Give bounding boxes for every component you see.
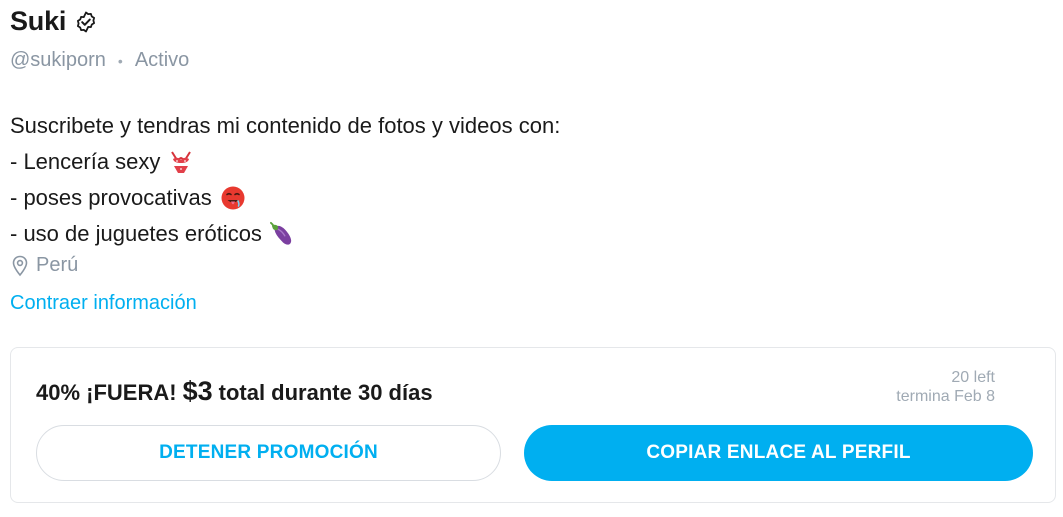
profile-page: Suki @sukiporn • Activo Suscribete y ten… (0, 0, 1063, 517)
location-row: Perú (12, 254, 78, 277)
bikini-emoji-icon (168, 149, 194, 175)
handle-row: @sukiporn • Activo (10, 49, 189, 72)
promotion-end-date: termina Feb 8 (896, 388, 995, 405)
stop-promotion-button[interactable]: DETENER PROMOCIÓN (36, 425, 501, 481)
drooling-face-emoji-icon (220, 185, 246, 211)
profile-name: Suki (10, 6, 67, 36)
copy-profile-link-button[interactable]: COPIAR ENLACE AL PERFIL (524, 425, 1033, 481)
collapse-info-link[interactable]: Contraer información (10, 292, 197, 315)
location-text: Perú (36, 254, 79, 276)
promotion-description: 40% ¡FUERA! $3 total durante 30 días (36, 376, 433, 407)
bio-item-text: - poses provocativas (10, 185, 212, 210)
promotion-remaining: 20 left (951, 369, 995, 386)
eggplant-emoji-icon (269, 221, 296, 247)
promotion-discount: 40% ¡FUERA! (36, 380, 177, 405)
promotion-price: $3 (182, 376, 213, 406)
bio-intro-text: Suscribete y tendras mi contenido de fot… (10, 113, 561, 138)
separator-dot: • (117, 52, 123, 69)
bio-item: - Lencería sexy (10, 144, 560, 180)
profile-bio: Suscribete y tendras mi contenido de fot… (10, 108, 560, 252)
promotion-meta: 20 left termina Feb 8 (896, 368, 995, 406)
bio-intro: Suscribete y tendras mi contenido de fot… (10, 108, 560, 144)
profile-status: Activo (134, 49, 190, 71)
verified-badge-icon (74, 10, 98, 34)
bio-item-text: - Lencería sexy (10, 149, 161, 174)
bio-item: - poses provocativas (10, 180, 560, 216)
bio-item-text: - uso de juguetes eróticos (10, 221, 262, 246)
profile-name-row: Suki (10, 6, 98, 37)
location-pin-icon (12, 255, 28, 276)
bio-item: - uso de juguetes eróticos (10, 216, 560, 252)
promotion-duration: total durante 30 días (218, 380, 433, 405)
promotion-card: 40% ¡FUERA! $3 total durante 30 días 20 … (10, 347, 1056, 503)
profile-handle: @sukiporn (10, 49, 106, 71)
